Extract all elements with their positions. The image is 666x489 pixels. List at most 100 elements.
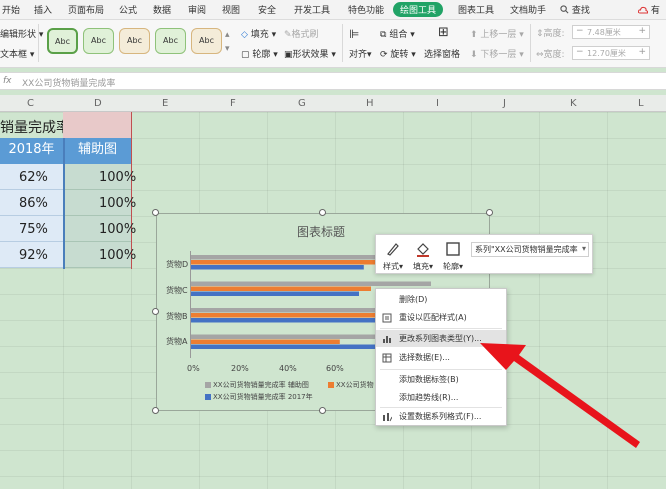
chevron-down-icon[interactable]: ▾ [582,244,586,253]
column-header[interactable]: E [162,98,168,109]
tab-view[interactable]: 视图 [222,3,240,16]
legend-swatch [205,394,211,400]
menu-item-reset-style[interactable]: 重设以匹配样式(A) [376,309,506,326]
chart-title[interactable]: 图表标题 [297,223,345,240]
table-row-value[interactable]: 100% [99,222,136,237]
table-header-2018[interactable]: 2018年 [0,138,63,164]
resize-handle[interactable] [152,407,159,414]
style-scroll-up[interactable]: ▴ [225,30,230,40]
tab-drawing-tools[interactable]: 绘图工具 [393,2,444,17]
column-header[interactable]: G [298,98,306,109]
resize-handle[interactable] [319,209,326,216]
cloud-button[interactable]: 有 [637,3,660,16]
menu-item-change-chart-type[interactable]: 更改系列图表类型(Y)... [376,330,506,347]
fill-button[interactable]: ◇ 填充 ▾ [241,27,276,40]
shape-style-2[interactable]: Abc [83,28,114,54]
tab-security[interactable]: 安全 [258,3,276,16]
style-scroll-down[interactable]: ▾ [225,44,230,54]
column-header[interactable]: F [230,98,236,109]
tab-start[interactable]: 开始 [2,3,20,16]
table-row-value[interactable]: 92% [19,248,48,263]
shape-style-1[interactable]: Abc [47,28,78,54]
resize-handle[interactable] [152,308,159,315]
formula-bar: fx XX公司货物销量完成率 [0,72,666,90]
column-header[interactable]: L [638,98,644,109]
shape-style-5[interactable]: Abc [191,28,222,54]
fx-icon[interactable]: fx [3,76,12,86]
series-select[interactable]: 系列"XX公司货物销量完成率 [471,242,589,257]
edit-shape-button[interactable]: 编辑形状 ▾ [0,27,43,40]
width-increment[interactable]: + [638,47,646,57]
menu-item-format-series[interactable]: 设置数据系列格式(F)... [376,408,506,425]
align-button[interactable]: 对齐▾ [349,47,372,60]
menu-item-delete[interactable]: 删除(D) [376,291,506,308]
shape-style-3[interactable]: Abc [119,28,150,54]
mini-style-button[interactable]: 样式▾ [378,237,408,273]
send-backward-button[interactable]: ⬇ 下移一层 ▾ [470,47,524,60]
resize-handle[interactable] [486,209,493,216]
menu-item-add-trendline[interactable]: 添加趋势线(R)... [376,389,506,406]
shape-style-4[interactable]: Abc [155,28,186,54]
column-header[interactable]: I [436,98,439,109]
bar-货物C-0[interactable] [191,281,431,287]
bring-forward-icon: ⬆ [470,30,478,40]
bar-货物B-1[interactable] [191,313,398,318]
resize-handle[interactable] [319,407,326,414]
column-header[interactable]: K [570,98,577,109]
menu-item-add-data-labels[interactable]: 添加数据标签(B) [376,371,506,388]
table-row-value[interactable]: 62% [19,170,48,185]
bar-货物C-2[interactable] [191,291,359,297]
tab-page-layout[interactable]: 页面布局 [68,3,104,16]
bring-forward-button[interactable]: ⬆ 上移一层 ▾ [470,27,524,40]
column-header[interactable]: H [366,98,374,109]
sheet-title-cell[interactable]: 销量完成率 [0,117,70,137]
column-header[interactable]: D [94,98,102,109]
table-cell[interactable] [63,112,132,138]
outline-icon: ▢ [241,50,250,60]
tab-developer[interactable]: 开发工具 [294,3,330,16]
height-spinner[interactable]: − 7.48厘米 + [572,25,650,39]
column-header[interactable]: J [503,98,506,109]
column-header[interactable]: C [27,98,34,109]
table-row-value[interactable]: 75% [19,222,48,237]
tab-chart-tools[interactable]: 图表工具 [458,3,494,16]
selection-pane-button[interactable]: 选择窗格 [424,47,460,60]
bar-货物A-1[interactable] [191,339,340,345]
outline-button[interactable]: ▢ 轮廓 ▾ [241,47,278,60]
tab-data[interactable]: 数据 [153,3,171,16]
table-row-value[interactable]: 100% [99,170,136,185]
formula-input[interactable]: XX公司货物销量完成率 [22,76,115,89]
tab-formula[interactable]: 公式 [119,3,137,16]
legend-label: XX公司货物销量完成率 2017年 [213,393,313,401]
shape-effect-button[interactable]: ▣形状效果 ▾ [284,47,336,60]
bar-货物C-1[interactable] [191,286,371,292]
resize-handle[interactable] [152,209,159,216]
table-row-value[interactable]: 100% [99,248,136,263]
tab-insert[interactable]: 插入 [34,3,52,16]
group-icon: ⧉ [380,30,387,40]
textbox-button[interactable]: 文本框 ▾ [0,47,34,60]
format-painter-button[interactable]: ✎格式刷 [284,27,319,40]
legend-item[interactable]: XX公司货物销量完成率 2017年 [205,392,313,402]
legend-item[interactable]: XX公司货物 [328,380,374,390]
menu-item-select-data[interactable]: 选择数据(E)... [376,349,506,366]
mini-outline-button[interactable]: 轮廓▾ [438,237,468,273]
rotate-button[interactable]: ⟳ 旋转 ▾ [380,47,416,60]
width-decrement[interactable]: − [576,47,584,57]
tab-special[interactable]: 特色功能 [348,3,384,16]
width-spinner[interactable]: − 12.70厘米 + [572,46,650,60]
tab-doc-assistant[interactable]: 文档助手 [510,3,546,16]
group-button[interactable]: ⧉ 组合 ▾ [380,27,415,40]
legend-item[interactable]: XX公司货物销量完成率 辅助图 [205,380,309,390]
height-decrement[interactable]: − [576,26,584,36]
search-button[interactable]: 查找 [560,3,590,16]
bar-货物B-2[interactable] [191,318,383,323]
bar-货物A-2[interactable] [191,344,403,350]
height-increment[interactable]: + [638,26,646,36]
tab-review[interactable]: 审阅 [188,3,206,16]
table-header-helper[interactable]: 辅助图 [64,138,131,164]
mini-fill-button[interactable]: 填充▾ [408,237,438,273]
bar-货物D-2[interactable] [191,265,364,270]
table-row-value[interactable]: 86% [19,196,48,211]
table-row-value[interactable]: 100% [99,196,136,211]
